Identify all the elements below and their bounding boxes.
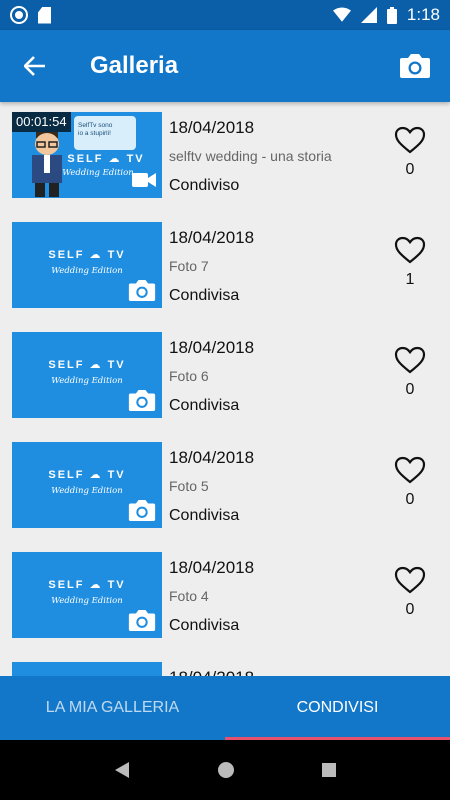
thumb-logo: SELF ☁ TV: [48, 579, 126, 591]
list-item[interactable]: SELF ☁ TV Wedding Edition 18/04/2018 Fot…: [0, 212, 450, 322]
video-duration: 00:01:54: [12, 112, 71, 132]
camera-icon: [128, 500, 156, 521]
camera-icon: [128, 610, 156, 631]
heart-outline-icon[interactable]: [394, 346, 426, 374]
photo-thumbnail[interactable]: SELF ☁ TV Wedding Edition: [12, 552, 162, 638]
arrow-back-icon: [24, 56, 45, 76]
item-date: 18/04/2018: [169, 228, 255, 247]
list-item[interactable]: SELF ☁ TV Wedding Edition 18/04/2018 Fot…: [0, 432, 450, 542]
nav-recents-icon[interactable]: [321, 762, 337, 778]
item-name: Foto 6: [169, 368, 209, 384]
like-control: 0: [385, 126, 435, 179]
thumb-logo-subtitle: Wedding Edition: [51, 486, 123, 496]
tab-condivisi[interactable]: CONDIVISI: [225, 676, 450, 740]
photo-thumbnail[interactable]: [12, 662, 162, 676]
photo-thumbnail[interactable]: SELF ☁ TV Wedding Edition: [12, 442, 162, 528]
app-bar: Galleria: [0, 30, 450, 102]
item-name: Foto 4: [169, 588, 209, 604]
thumb-logo: SELF ☁ TV: [48, 249, 126, 261]
thumb-logo-subtitle: Wedding Edition: [51, 266, 123, 276]
back-button[interactable]: [0, 30, 70, 102]
item-date: 18/04/2018: [169, 338, 255, 357]
item-date: 18/04/2018: [169, 118, 255, 137]
list-item[interactable]: SELF ☁ TV Wedding Edition 18/04/2018 Fot…: [0, 542, 450, 652]
list-item[interactable]: 18/04/2018: [0, 652, 450, 676]
camera-button[interactable]: [380, 30, 450, 102]
item-status: Condiviso: [169, 177, 240, 194]
speech-bubble: SelfTv sono io a stupirli!: [74, 116, 136, 150]
status-time: 1:18: [406, 5, 440, 24]
wifi-icon: [332, 7, 351, 22]
like-control: 0: [385, 346, 435, 399]
item-status: Condivisa: [169, 397, 240, 414]
video-thumbnail[interactable]: SelfTv sono io a stupirli! 00:01:54 SELF…: [12, 112, 162, 198]
like-control: 0: [385, 566, 435, 619]
nav-home-icon[interactable]: [217, 761, 235, 779]
system-nav-bar: [0, 740, 450, 800]
thumb-logo: SELF ☁ TV: [48, 359, 126, 371]
like-count: 0: [405, 491, 415, 508]
camera-icon: [128, 390, 156, 411]
like-count: 0: [405, 601, 415, 618]
heart-outline-icon[interactable]: [394, 236, 426, 264]
item-status: Condivisa: [169, 287, 240, 304]
item-status: Condivisa: [169, 507, 240, 524]
list-item[interactable]: SELF ☁ TV Wedding Edition 18/04/2018 Fot…: [0, 322, 450, 432]
status-bar: 1:18: [0, 0, 450, 30]
page-title: Galleria: [90, 52, 179, 79]
photo-thumbnail[interactable]: SELF ☁ TV Wedding Edition: [12, 332, 162, 418]
thumb-logo: SELF ☁ TV: [48, 469, 126, 481]
notification-icon: [10, 6, 28, 24]
gallery-list[interactable]: SelfTv sono io a stupirli! 00:01:54 SELF…: [0, 102, 450, 676]
thumb-logo-subtitle: Wedding Edition: [51, 596, 123, 606]
like-count: 0: [405, 161, 415, 178]
thumb-logo: SELF ☁ TV: [67, 153, 145, 165]
item-name: Foto 7: [169, 258, 209, 274]
item-date: 18/04/2018: [169, 558, 255, 577]
item-name: selftv wedding - una storia: [169, 148, 332, 164]
tab-la-mia-galleria[interactable]: LA MIA GALLERIA: [0, 676, 225, 740]
thumb-logo-subtitle: Wedding Edition: [51, 376, 123, 386]
bottom-tabs: LA MIA GALLERIA CONDIVISI: [0, 676, 450, 740]
nav-back-icon[interactable]: [113, 761, 131, 779]
like-count: 0: [405, 381, 415, 398]
item-status: Condivisa: [169, 617, 240, 634]
photo-thumbnail[interactable]: SELF ☁ TV Wedding Edition: [12, 222, 162, 308]
list-item[interactable]: SelfTv sono io a stupirli! 00:01:54 SELF…: [0, 102, 450, 212]
signal-icon: [360, 7, 377, 23]
like-control: 0: [385, 456, 435, 509]
like-count: 1: [405, 271, 415, 288]
camera-icon: [128, 280, 156, 301]
item-date: 18/04/2018: [169, 448, 255, 467]
battery-icon: [386, 6, 397, 24]
heart-outline-icon[interactable]: [394, 456, 426, 484]
item-name: Foto 5: [169, 478, 209, 494]
heart-outline-icon[interactable]: [394, 126, 426, 154]
camera-icon: [400, 54, 430, 78]
sd-card-icon: [38, 6, 51, 24]
item-date: 18/04/2018: [169, 664, 369, 676]
heart-outline-icon[interactable]: [394, 566, 426, 594]
video-camera-icon: [132, 173, 156, 187]
like-control: 1: [385, 236, 435, 289]
